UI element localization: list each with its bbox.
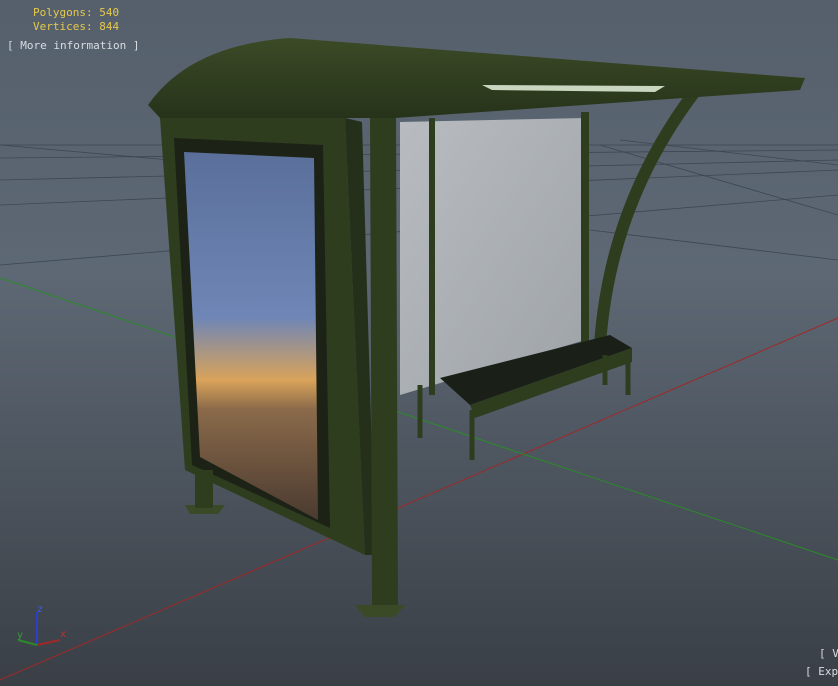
front-post-base: [355, 605, 405, 617]
model-stats: Polygons: 540 Vertices: 844: [33, 6, 119, 34]
more-information-link[interactable]: [ More information ]: [7, 39, 139, 52]
view-link[interactable]: [ V: [819, 647, 838, 660]
vertices-count: Vertices: 844: [33, 20, 120, 33]
gizmo-y-label: y: [17, 630, 23, 641]
roof-canopy: [148, 38, 805, 118]
3d-viewport[interactable]: z x y: [0, 0, 838, 686]
axis-gizmo: z x y: [17, 604, 66, 646]
gizmo-x-label: x: [60, 629, 66, 640]
gizmo-z-label: z: [37, 604, 43, 615]
export-link[interactable]: [ Exp: [805, 665, 838, 678]
rear-support-arm: [594, 81, 705, 346]
bus-shelter-model[interactable]: [148, 38, 805, 617]
front-post: [370, 118, 398, 605]
polygons-count: Polygons: 540: [33, 6, 120, 19]
